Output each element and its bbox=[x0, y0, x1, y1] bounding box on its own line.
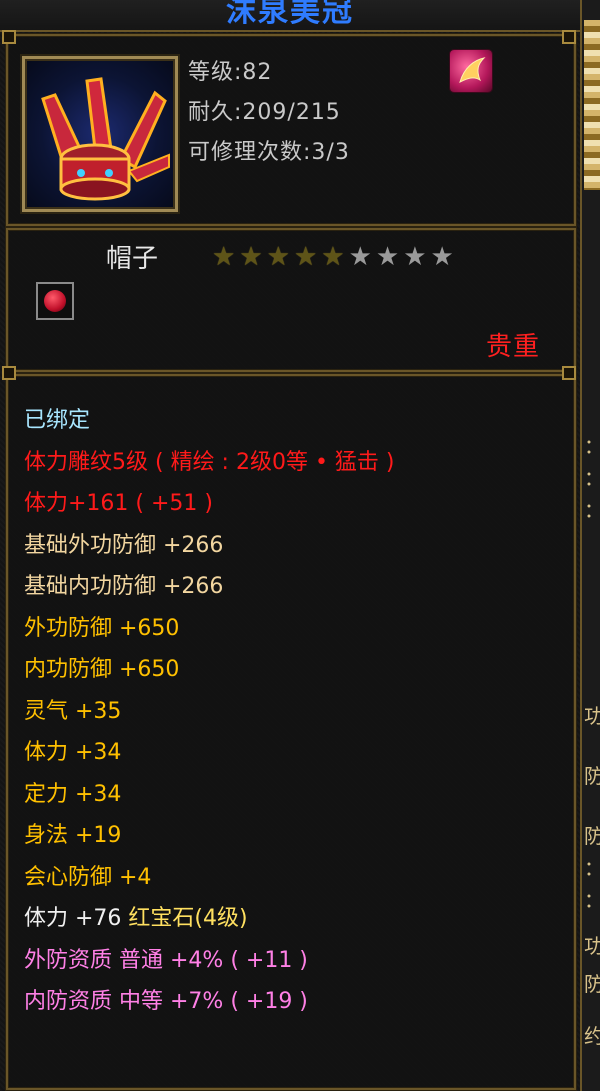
item-header-panel: 等级:82 耐久:209/215 可修理次数:3/3 bbox=[6, 34, 576, 226]
item-meta-panel: 帽子 ★ ★ ★ ★ ★ ★ ★ ★ ★ 贵重 bbox=[6, 228, 576, 372]
adjacent-window-edge: ：：：功防防：：功防约 bbox=[580, 0, 600, 1091]
attribute-line: 体力 +34 bbox=[24, 740, 122, 765]
adjacent-window-text: ： bbox=[584, 852, 600, 881]
frame-corner bbox=[562, 30, 576, 44]
star-icon: ★ bbox=[266, 242, 290, 272]
item-type: 帽子 bbox=[106, 244, 159, 274]
star-icon: ★ bbox=[403, 242, 427, 272]
item-tooltip: 沫泉美冠 等级:82 耐久:209/215 可修理次数:3/3 帽子 ★ ★ ★… bbox=[0, 0, 600, 1091]
attribute-line: 内防资质 中等 +7% ( +19 ) bbox=[24, 989, 308, 1014]
adjacent-window-text: 防 bbox=[584, 972, 600, 996]
item-repair-count: 可修理次数:3/3 bbox=[188, 140, 350, 165]
attribute-line: 体力+161 ( +51 ) bbox=[24, 491, 213, 516]
attribute-line: 外防资质 普通 +4% ( +11 ) bbox=[24, 947, 308, 973]
gem-stat-value: 体力 +76 bbox=[24, 906, 129, 931]
attribute-line: 灵气 +35 bbox=[24, 698, 122, 724]
adjacent-window-text: 防 bbox=[584, 824, 600, 848]
gem-name: 红宝石(4级) bbox=[128, 906, 248, 931]
attribute-line: 外功防御 +650 bbox=[24, 615, 180, 641]
item-durability: 耐久:209/215 bbox=[188, 100, 341, 125]
star-icon: ★ bbox=[239, 242, 263, 272]
frame-corner bbox=[2, 30, 16, 44]
star-rating: ★ ★ ★ ★ ★ ★ ★ ★ ★ bbox=[212, 244, 454, 270]
item-icon bbox=[22, 56, 178, 212]
frame-corner bbox=[2, 366, 16, 380]
attribute-line: 会心防御 +4 bbox=[24, 864, 152, 890]
star-icon: ★ bbox=[375, 242, 400, 272]
hat-icon bbox=[41, 77, 170, 201]
skill-emblem-icon bbox=[450, 50, 492, 92]
star-icon: ★ bbox=[212, 242, 236, 272]
adjacent-window-text: ： bbox=[584, 884, 600, 913]
attribute-line: 体力 +76 红宝石(4级) bbox=[24, 898, 395, 940]
adjacent-window-text: 约 bbox=[584, 1024, 600, 1048]
adjacent-window-text: ： bbox=[584, 494, 600, 523]
attribute-line: 体力雕纹5级 ( 精绘 : 2级0等 • 猛击 ) bbox=[24, 449, 395, 475]
attribute-line: 定力 +34 bbox=[24, 781, 122, 807]
attribute-line: 已绑定 bbox=[24, 408, 91, 433]
attribute-line: 身法 +19 bbox=[24, 823, 122, 848]
frame-corner bbox=[562, 366, 576, 380]
attribute-line: 基础内功防御 +266 bbox=[24, 574, 224, 599]
item-rarity: 贵重 bbox=[485, 332, 540, 362]
ruby-gem-icon bbox=[44, 290, 66, 312]
attribute-line: 基础外功防御 +266 bbox=[24, 532, 224, 558]
item-attributes-panel: 已绑定体力雕纹5级 ( 精绘 : 2级0等 • 猛击 ) 体力+161 ( +51… bbox=[6, 374, 576, 1090]
adjacent-window-text: ： bbox=[584, 430, 600, 459]
adjacent-window-text: ： bbox=[584, 462, 600, 491]
star-icon: ★ bbox=[430, 242, 454, 272]
item-title-bar: 沫泉美冠 bbox=[0, 0, 580, 32]
adjacent-window-text: 功 bbox=[584, 934, 600, 958]
attribute-list: 已绑定体力雕纹5级 ( 精绘 : 2级0等 • 猛击 ) 体力+161 ( +51… bbox=[24, 400, 395, 1023]
star-icon: ★ bbox=[348, 242, 372, 272]
adjacent-window-text: 功 bbox=[584, 704, 600, 728]
gem-slot bbox=[36, 282, 74, 320]
adjacent-window-text: 防 bbox=[584, 764, 600, 788]
attribute-line: 内功防御 +650 bbox=[24, 657, 180, 682]
item-level: 等级:82 bbox=[188, 60, 273, 85]
adjacent-window-image bbox=[584, 20, 600, 190]
star-icon: ★ bbox=[293, 242, 318, 272]
star-icon: ★ bbox=[321, 242, 345, 272]
item-name: 沫泉美冠 bbox=[226, 0, 354, 29]
